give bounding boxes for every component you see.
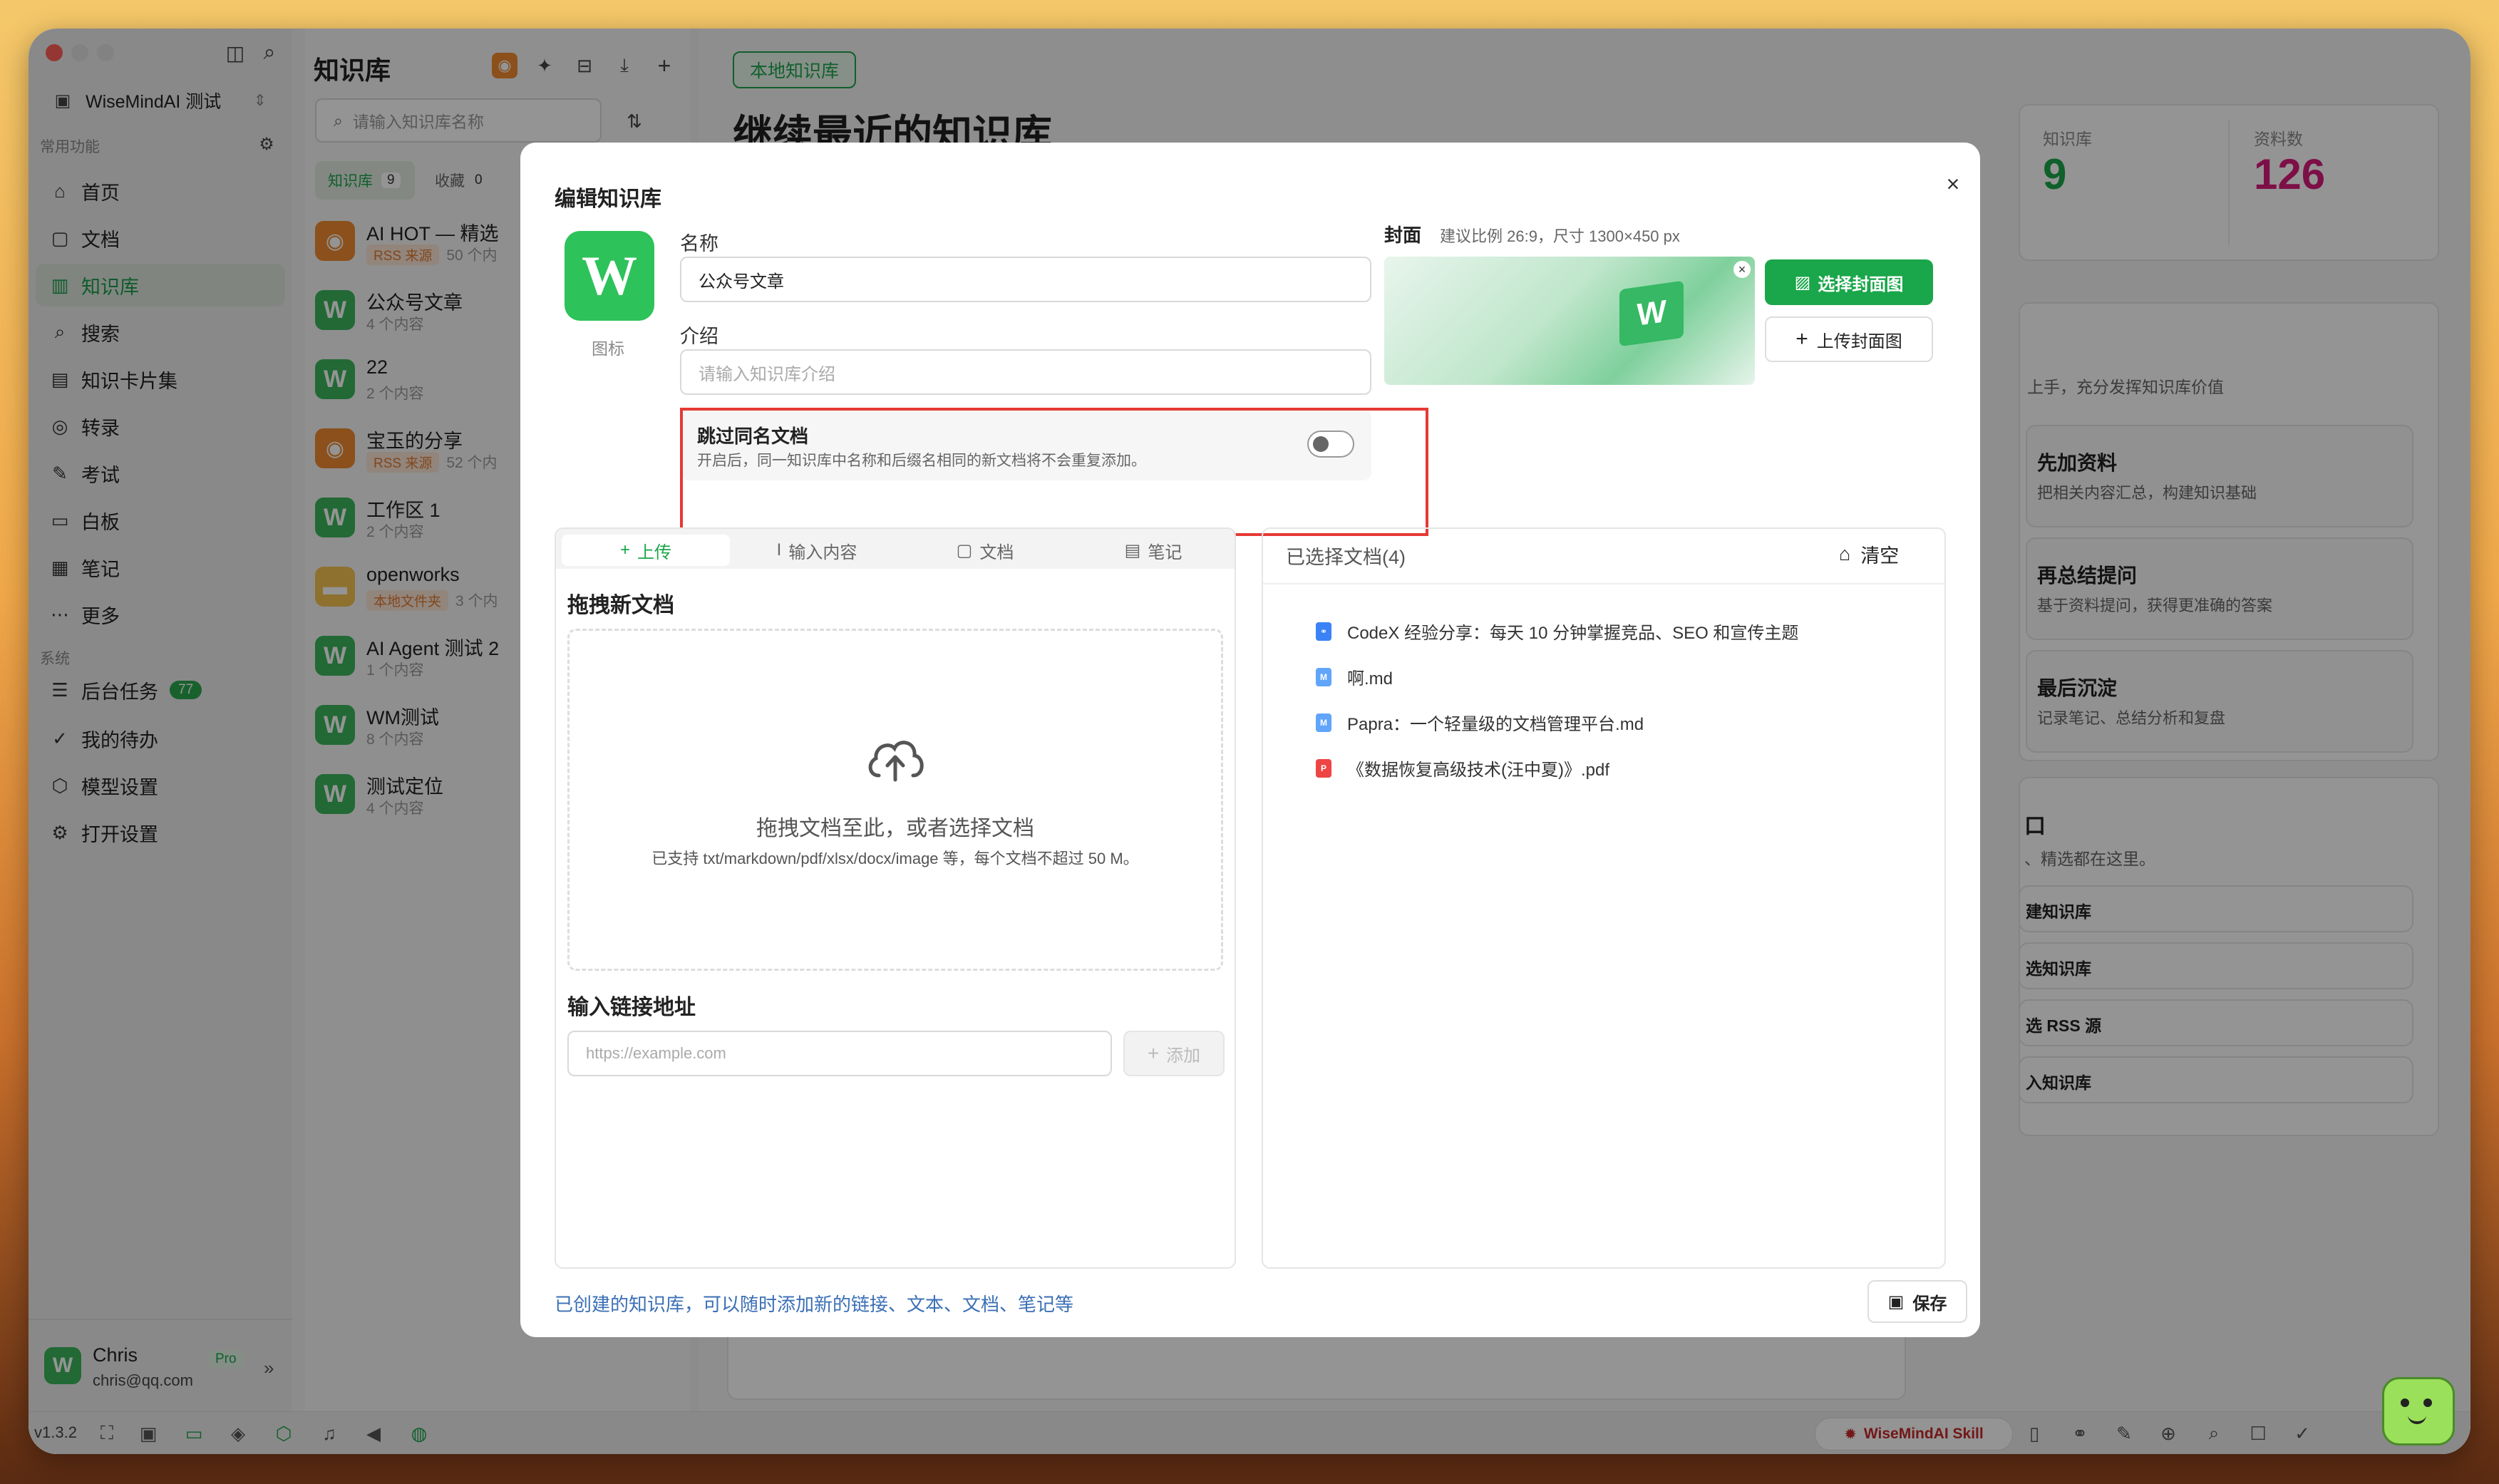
plus-icon: + xyxy=(619,540,630,560)
add-content-panel: + 上传 I 输入内容 ▢ 文档 ▤ 笔记 拖拽新文档 拖拽文档至此，或者选择文档 已支… xyxy=(555,527,1236,1269)
close-icon[interactable]: × xyxy=(1939,170,1967,198)
link-file-icon: ⚭ xyxy=(1316,622,1331,641)
choose-cover-button[interactable]: ▨ 选择封面图 xyxy=(1765,259,1933,305)
kb-icon-picker[interactable]: W xyxy=(565,231,654,321)
drop-main-text: 拖拽文档至此，或者选择文档 xyxy=(756,817,1034,840)
plus-icon: + xyxy=(1795,327,1808,351)
app-window: ◫ ⌕ ▣ WiseMindAI 测试 ⇕ 常用功能 ⚙ ⌂ 首页 ▢ 文档 ▥ 知识库 ⌕… xyxy=(29,29,2470,1454)
intro-label: 介绍 xyxy=(680,326,718,347)
tab-docs-label: 文档 xyxy=(979,542,1014,562)
skip-title: 跳过同名文档 xyxy=(697,426,809,447)
skip-desc: 开启后，同一知识库中名称和后缀名相同的新文档将不会重复添加。 xyxy=(697,453,1146,469)
mascot-body xyxy=(2382,1377,2455,1446)
notes-icon: ▤ xyxy=(1124,540,1141,560)
selected-file-row[interactable]: P 《数据恢复高级技术(汪中夏)》.pdf xyxy=(1316,756,1609,780)
mascot-eye xyxy=(2423,1398,2432,1407)
add-link-label: 添加 xyxy=(1166,1046,1201,1066)
icon-label: 图标 xyxy=(592,339,624,358)
link-title: 输入链接地址 xyxy=(567,996,696,1019)
cover-hint: 建议比例 26:9，尺寸 1300×450 px xyxy=(1440,227,1680,245)
cover-logo: W xyxy=(1619,280,1684,347)
modal-title: 编辑知识库 xyxy=(555,187,661,211)
cloud-upload-icon xyxy=(863,731,927,788)
mascot-avatar[interactable] xyxy=(2374,1370,2459,1448)
tab-notes-label: 笔记 xyxy=(1148,542,1182,562)
selected-title: 已选择文档(4) xyxy=(1286,547,1406,568)
tab-notes[interactable]: ▤ 笔记 xyxy=(1069,535,1237,566)
save-label: 保存 xyxy=(1912,1294,1947,1314)
clear-label: 清空 xyxy=(1860,545,1900,567)
upload-cover-button[interactable]: + 上传封面图 xyxy=(1765,316,1933,362)
cover-label: 封面 xyxy=(1384,225,1422,246)
name-label: 名称 xyxy=(680,233,718,254)
tab-input-label: 输入内容 xyxy=(788,542,857,562)
tab-upload-label: 上传 xyxy=(637,542,671,562)
link-input[interactable]: https://example.com xyxy=(567,1031,1112,1076)
tab-input-content[interactable]: I 输入内容 xyxy=(733,535,901,566)
footer-note: 已创建的知识库，可以随时添加新的链接、文本、文档、笔记等 xyxy=(555,1294,1074,1315)
tab-docs[interactable]: ▢ 文档 xyxy=(901,535,1069,566)
file-name: 《数据恢复高级技术(汪中夏)》.pdf xyxy=(1347,761,1610,780)
choose-cover-label: 选择封面图 xyxy=(1818,274,1904,294)
upload-cover-label: 上传封面图 xyxy=(1816,331,1902,351)
image-icon: ▨ xyxy=(1794,272,1811,292)
file-name: 啊.md xyxy=(1347,669,1393,689)
drop-sub-text: 已支持 txt/markdown/pdf/xlsx/docx/image 等，每… xyxy=(651,850,1139,867)
pdf-file-icon: P xyxy=(1316,758,1331,778)
file-name: Papra：一个轻量级的文档管理平台.md xyxy=(1347,715,1644,734)
md-file-icon: M xyxy=(1316,713,1331,732)
name-input[interactable]: 公众号文章 xyxy=(680,257,1371,302)
mascot-eye xyxy=(2401,1398,2409,1407)
save-button[interactable]: ▣ 保存 xyxy=(1867,1280,1967,1323)
file-dropzone[interactable]: 拖拽文档至此，或者选择文档 已支持 txt/markdown/pdf/xlsx/… xyxy=(567,629,1223,971)
content-tabs: + 上传 I 输入内容 ▢ 文档 ▤ 笔记 xyxy=(556,529,1235,569)
clear-icon: ⌂ xyxy=(1839,543,1851,565)
selected-file-row[interactable]: M Papra：一个轻量级的文档管理平台.md xyxy=(1316,710,1644,735)
save-icon: ▣ xyxy=(1887,1292,1905,1312)
text-cursor-icon: I xyxy=(776,540,782,560)
plus-icon: + xyxy=(1147,1042,1160,1064)
cover-image[interactable]: W × xyxy=(1384,257,1755,385)
divider xyxy=(1263,583,1944,584)
selected-file-row[interactable]: M 啊.md xyxy=(1316,664,1393,689)
toggle-knob xyxy=(1313,436,1329,452)
file-name: CodeX 经验分享：每天 10 分钟掌握竞品、SEO 和宣传主题 xyxy=(1347,624,1799,643)
selected-file-row[interactable]: ⚭ CodeX 经验分享：每天 10 分钟掌握竞品、SEO 和宣传主题 xyxy=(1316,619,1798,644)
intro-input[interactable]: 请输入知识库介绍 xyxy=(680,349,1371,395)
edit-kb-modal: 编辑知识库 × W 图标 名称 公众号文章 介绍 请输入知识库介绍 跳过同名文档… xyxy=(520,143,1980,1337)
drag-title: 拖拽新文档 xyxy=(567,594,674,617)
md-file-icon: M xyxy=(1316,667,1331,686)
tab-upload[interactable]: + 上传 xyxy=(562,535,730,566)
remove-cover-icon[interactable]: × xyxy=(1733,261,1751,278)
skip-duplicate-toggle[interactable] xyxy=(1307,431,1354,458)
clear-button[interactable]: ⌂ 清空 xyxy=(1839,540,1899,568)
document-icon: ▢ xyxy=(956,540,973,560)
skip-duplicate-row: 跳过同名文档 开启后，同一知识库中名称和后缀名相同的新文档将不会重复添加。 xyxy=(680,408,1371,480)
add-link-button[interactable]: + 添加 xyxy=(1123,1031,1225,1076)
